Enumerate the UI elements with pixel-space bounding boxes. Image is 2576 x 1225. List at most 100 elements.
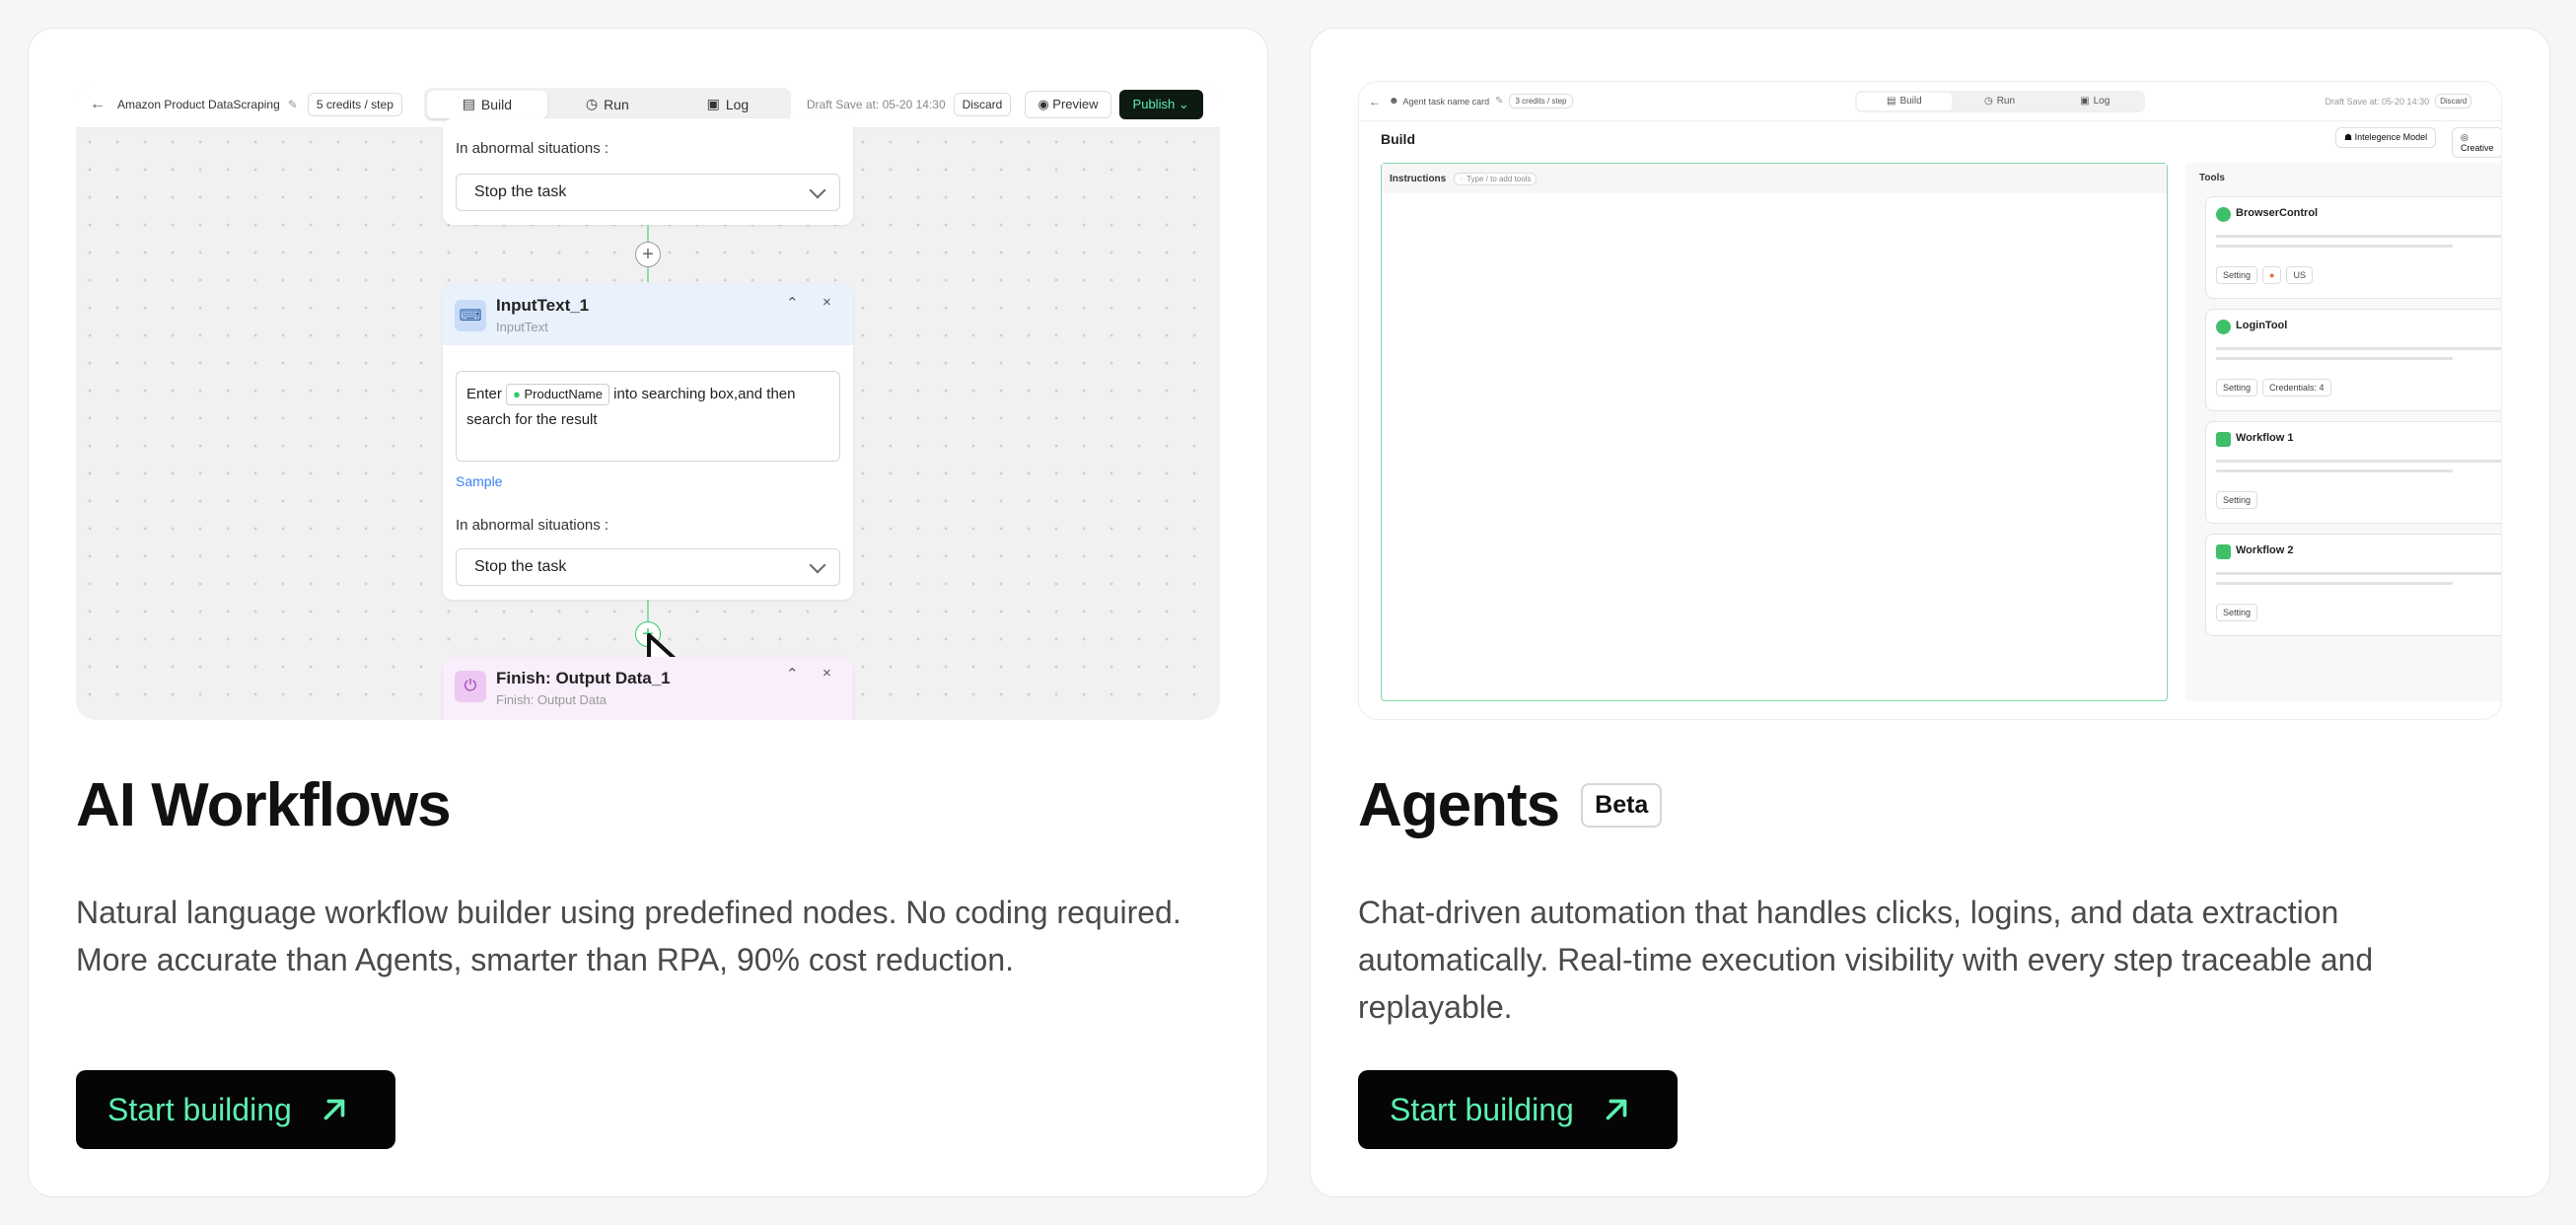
instructions-panel[interactable]: Instructions ◌ Type / to add tools (1381, 163, 2168, 701)
agent-toolbar: ← ☻ Agent task name card ✎ 3 credits / s… (1359, 82, 2501, 121)
preview-button[interactable]: ◉ Preview (1025, 90, 1111, 118)
agent-name: Agent task name card (1402, 96, 1490, 107)
tool-name: Workflow 2 (2236, 544, 2294, 556)
variable-name: ProductName (524, 387, 603, 401)
tab-build[interactable]: ▤ Build (426, 90, 547, 118)
node-previous[interactable]: In abnormal situations : Stop the task (443, 118, 853, 225)
prompt-pre: Enter (466, 386, 502, 402)
collapse-icon[interactable]: ⌃ (786, 665, 799, 683)
workflow-preview: ← Amazon Product DataScraping ✎ 5 credit… (76, 81, 1220, 720)
publish-label: Publish (1132, 96, 1176, 111)
page: ← Amazon Product DataScraping ✎ 5 credit… (0, 0, 2576, 1225)
tool-icon (2216, 320, 2231, 334)
credits-text: 5 credits / step (316, 97, 394, 111)
close-icon[interactable]: × (823, 294, 831, 311)
workflow-canvas[interactable]: In abnormal situations : Stop the task +… (76, 118, 1220, 720)
node-finish[interactable]: ⏻ Finish: Output Data_1 Finish: Output D… (443, 657, 853, 720)
creative-label: Creative (2461, 143, 2494, 153)
chevron-down-icon: ⌄ (1178, 96, 1189, 111)
card-description: Natural language workflow builder using … (76, 895, 1181, 977)
build-icon: ▤ (1887, 96, 1896, 107)
agent-preview: ← ☻ Agent task name card ✎ 3 credits / s… (1358, 81, 2502, 720)
prompt-box[interactable]: Enter ● ProductName into searching box,a… (456, 371, 840, 462)
tab-run-label: Run (1996, 96, 2016, 107)
tool-card-workflow-2[interactable]: Workflow 2 Setting (2205, 534, 2501, 636)
tool-setting-button[interactable]: Setting (2216, 604, 2258, 621)
finish-title: Finish: Output Data_1 (496, 669, 671, 687)
abnormal-select-2[interactable]: Stop the task (456, 548, 840, 586)
tab-run[interactable]: ◷ Run (547, 91, 668, 118)
node-title: InputText_1 (496, 296, 590, 315)
tab-log[interactable]: ▣ Log (2047, 93, 2143, 110)
back-arrow-icon[interactable]: ← (90, 96, 106, 113)
tool-desc-line (2216, 460, 2501, 463)
tools-heading: Tools (2199, 173, 2225, 183)
tab-log[interactable]: ▣ Log (668, 91, 788, 118)
tool-desc-line (2216, 347, 2501, 350)
tool-desc-line (2216, 582, 2453, 585)
tool-name: LoginTool (2236, 320, 2288, 331)
sample-link[interactable]: Sample (456, 473, 502, 489)
tool-card-browsercontrol[interactable]: BrowserControl Setting ● US (2205, 196, 2501, 299)
workflow-icon (2216, 544, 2231, 559)
tab-build[interactable]: ▤ Build (1856, 92, 1953, 110)
run-icon: ◷ (1983, 96, 1993, 107)
draft-save-text: Draft Save at: 05-20 14:30 (2325, 96, 2430, 107)
start-building-button[interactable]: Start building (1358, 1070, 1678, 1149)
node-inputtext[interactable]: ⌨ InputText_1 InputText ⌃ × Enter ● Prod… (443, 284, 853, 600)
instructions-header: Instructions ◌ Type / to add tools (1382, 164, 2167, 193)
tool-card-workflow-1[interactable]: Workflow 1 Setting (2205, 421, 2501, 524)
discard-button[interactable]: Discard (953, 92, 1012, 116)
tab-run[interactable]: ◷ Run (1952, 93, 2047, 110)
tool-region-chip[interactable]: US (2286, 266, 2313, 284)
close-icon[interactable]: × (823, 665, 831, 682)
tool-setting-button[interactable]: Setting (2216, 379, 2258, 396)
tab-log-label: Log (2093, 96, 2111, 107)
abnormal-select-value-2: Stop the task (474, 558, 567, 575)
discard-button[interactable]: Discard (2435, 94, 2472, 108)
dot-icon: ● (513, 387, 521, 401)
tool-card-logintool[interactable]: LoginTool Setting Credentials: 4 (2205, 309, 2501, 411)
edit-icon[interactable]: ✎ (1495, 96, 1503, 107)
back-arrow-icon[interactable]: ← (1369, 95, 1381, 108)
tab-switcher: ▤ Build ◷ Run ▣ Log (1854, 90, 2145, 112)
card-ai-workflows: ← Amazon Product DataScraping ✎ 5 credit… (28, 28, 1268, 1197)
tab-log-label: Log (725, 96, 750, 112)
workflow-icon (2216, 432, 2231, 447)
credits-badge: 5 credits / step (307, 92, 402, 116)
node-subtitle: InputText (496, 320, 548, 334)
agent-body: Build ☗ Intelegence Model ◎ Creative Ins… (1359, 121, 2501, 719)
tool-flag-chip[interactable]: ● (2262, 266, 2282, 284)
tool-setting-button[interactable]: Setting (2216, 266, 2258, 284)
input-text-icon: ⌨ (455, 300, 486, 331)
tool-desc-line (2216, 235, 2501, 238)
instructions-label: Instructions (1390, 173, 1447, 184)
eye-icon: ◉ (1038, 96, 1049, 111)
draft-save-text: Draft Save at: 05-20 14:30 (806, 97, 946, 111)
model-icon: ☗ (2344, 132, 2353, 142)
variable-chip[interactable]: ● ProductName (506, 384, 609, 405)
credits-text: 3 credits / step (1515, 97, 1567, 106)
card-agents: ← ☻ Agent task name card ✎ 3 credits / s… (1310, 28, 2550, 1197)
power-icon: ⏻ (455, 671, 486, 702)
instructions-hint: ◌ Type / to add tools (1454, 172, 1538, 185)
start-building-label: Start building (107, 1091, 292, 1127)
model-label: Intelegence Model (2354, 132, 2428, 142)
model-select[interactable]: ☗ Intelegence Model (2335, 127, 2437, 148)
arrow-up-right-icon (1606, 1099, 1627, 1120)
tab-build-label: Build (480, 96, 513, 112)
collapse-icon[interactable]: ⌃ (786, 294, 799, 312)
abnormal-select[interactable]: Stop the task (456, 174, 840, 211)
edit-icon[interactable]: ✎ (288, 98, 298, 111)
tool-setting-button[interactable]: Setting (2216, 491, 2258, 509)
creative-select[interactable]: ◎ Creative (2452, 127, 2501, 158)
tool-credentials-chip[interactable]: Credentials: 4 (2262, 379, 2331, 396)
card-title-text: Agents (1358, 771, 1560, 839)
tools-panel: Tools BrowserControl Setting ● US LoginToo… (2185, 163, 2501, 701)
start-building-label: Start building (1390, 1091, 1574, 1127)
tool-desc-line (2216, 572, 2501, 575)
start-building-button[interactable]: Start building (76, 1070, 395, 1149)
abnormal-label: In abnormal situations : (456, 140, 609, 157)
add-node-icon[interactable]: + (635, 242, 661, 267)
publish-button[interactable]: Publish ⌄ (1118, 89, 1203, 119)
